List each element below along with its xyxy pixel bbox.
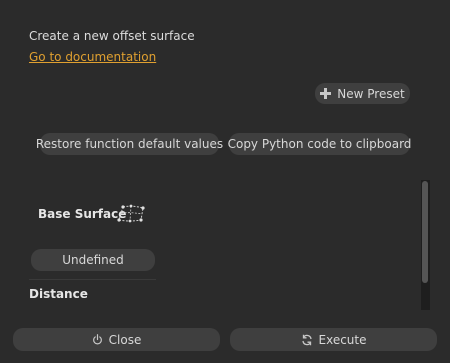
execute-button[interactable]: Execute (230, 328, 437, 351)
panel-description: Create a new offset surface (29, 29, 195, 43)
documentation-link[interactable]: Go to documentation (29, 50, 156, 64)
copy-python-button[interactable]: Copy Python code to clipboard (228, 133, 411, 155)
base-surface-label: Base Surface (38, 207, 127, 221)
new-preset-button[interactable]: New Preset (315, 83, 410, 104)
refresh-icon (301, 334, 312, 345)
close-button[interactable]: Close (13, 328, 220, 351)
execute-label: Execute (318, 332, 367, 347)
close-label: Close (108, 332, 142, 347)
new-preset-label: New Preset (337, 86, 405, 101)
power-icon (92, 334, 102, 345)
surface-icon (117, 204, 145, 223)
restore-defaults-button[interactable]: Restore function default values (36, 133, 223, 155)
divider (29, 279, 156, 280)
base-surface-selector[interactable]: Undefined (31, 249, 155, 271)
plus-icon (320, 88, 332, 99)
distance-label: Distance (29, 287, 88, 301)
scrollbar-thumb[interactable] (422, 181, 428, 283)
